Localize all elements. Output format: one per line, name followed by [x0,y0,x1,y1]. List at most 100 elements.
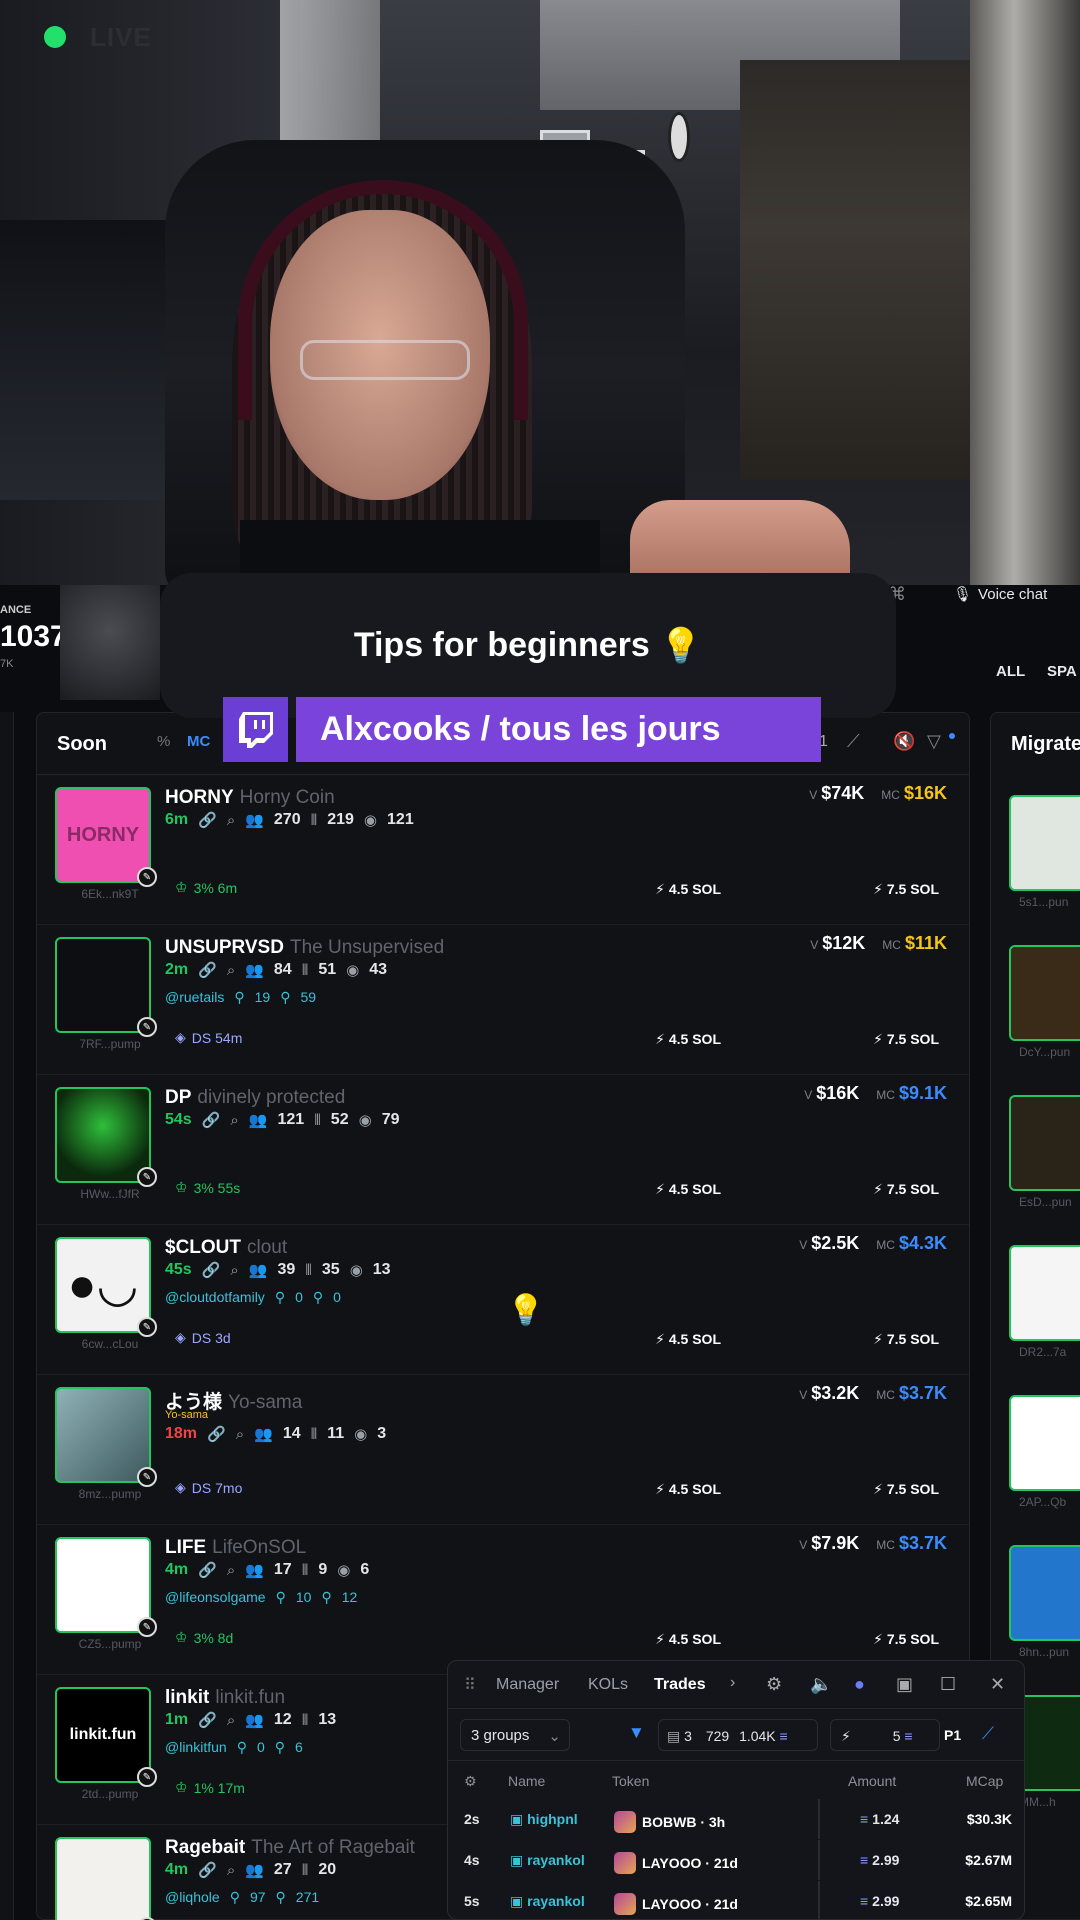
trade-token[interactable]: LAYOOO · 21d [614,1852,738,1874]
tab-trades[interactable]: Trades [654,1676,706,1694]
link-icon[interactable]: 🔗 [198,961,217,979]
search-icon[interactable]: ⌕ [230,1112,238,1129]
trade-row[interactable]: 2s ▣ highpnl BOBWB · 3h ≡ 1.24 $30.3K [448,1799,1024,1839]
link-icon[interactable]: 🔗 [198,1561,217,1579]
migrated-token-image[interactable] [1009,945,1080,1041]
twitter-handle[interactable]: @linkitfun [165,1739,227,1756]
tab-manager[interactable]: Manager [496,1676,559,1694]
token-address[interactable]: 6Ek...nk9T [55,887,165,901]
link-icon[interactable]: 🔗 [198,1861,217,1879]
preset-p1[interactable]: P1 [944,1727,961,1743]
migrated-token-address[interactable]: DR2...7a [1019,1345,1066,1359]
percent-toggle[interactable]: % [157,733,170,750]
link-icon[interactable]: 🔗 [207,1425,226,1443]
quick-buy-button[interactable]: ⚡ 7.5 SOL [873,1031,939,1048]
migrated-token-address[interactable]: 2AP...Qb [1019,1495,1066,1509]
migrated-token-image[interactable] [1009,1095,1080,1191]
migrated-token-address[interactable]: EsD...pun [1019,1195,1072,1209]
token-row[interactable]: ✎ CZ5...pump LIFE LifeOnSOL 4m 🔗 ⌕ 👥 17 ⦀ 9 ◉… [37,1525,969,1675]
token-image[interactable] [55,1387,151,1483]
migrated-token-image[interactable] [1009,1545,1080,1641]
search-icon[interactable]: ⌕ [227,1712,235,1729]
search-icon[interactable]: ⌕ [236,1426,244,1443]
token-image[interactable]: linkit.fun [55,1687,151,1783]
token-name[interactable]: $CLOUT clout [165,1237,287,1259]
link-icon[interactable]: 🔗 [198,811,217,829]
migrated-token-image[interactable] [1009,795,1080,891]
twitter-handle[interactable]: @ruetails [165,989,224,1006]
token-address[interactable]: 8mz...pump [55,1487,165,1501]
chart-icon[interactable]: ⟋ [847,731,860,752]
search-icon[interactable]: ⌕ [230,1262,238,1279]
maximize-icon[interactable]: ☐ [940,1674,956,1695]
token-image[interactable]: HORNY [55,787,151,883]
token-address[interactable]: 6cw...cLou [55,1337,165,1351]
token-name[interactable]: HORNY Horny Coin [165,787,335,809]
quick-buy-button[interactable]: ⚡ 4.5 SOL [655,1181,721,1198]
link-icon[interactable]: 🔗 [202,1111,221,1129]
token-address[interactable]: HWw...fJfR [55,1187,165,1201]
token-name[interactable]: LIFE LifeOnSOL [165,1537,306,1559]
trader-name[interactable]: ▣ rayankol [510,1852,585,1869]
discord-icon[interactable]: ● [854,1674,865,1695]
token-address[interactable]: CZ5...pump [55,1637,165,1651]
chevron-right-icon[interactable]: › [730,1674,735,1692]
quick-buy-button[interactable]: ⚡ 4.5 SOL [655,1331,721,1348]
search-icon[interactable]: ⌕ [227,812,235,829]
token-row[interactable]: ✎ HWw...fJfR DP divinely protected 54s 🔗 ⌕ … [37,1075,969,1225]
quick-buy-button[interactable]: ⚡ 4.5 SOL [655,1631,721,1648]
tab-kols[interactable]: KOLs [588,1676,628,1694]
quick-buy-button[interactable]: ⚡ 7.5 SOL [873,1331,939,1348]
gear-icon[interactable]: ⚙ [766,1674,782,1695]
trade-token[interactable]: LAYOOO · 21d [614,1893,738,1915]
layout-icon[interactable]: ▣ [896,1674,913,1695]
migrated-token-image[interactable] [1009,1395,1080,1491]
token-row[interactable]: ●◡ ✎ 6cw...cLou $CLOUT clout 45s 🔗 ⌕ 👥 39 ⦀ 35… [37,1225,969,1375]
token-name[interactable]: Ragebait The Art of Ragebait [165,1837,415,1859]
trade-token[interactable]: BOBWB · 3h [614,1811,725,1833]
token-row[interactable]: HORNY ✎ 6Ek...nk9T HORNY Horny Coin 6m 🔗 ⌕ 👥… [37,775,969,925]
token-image[interactable] [55,1087,151,1183]
filter-spark-tab[interactable]: SPA [1047,663,1077,680]
groups-select[interactable]: 3 groups ⌄ [460,1719,570,1751]
close-icon[interactable]: ✕ [990,1674,1005,1695]
token-image[interactable] [55,1837,151,1920]
token-name[interactable]: linkit linkit.fun [165,1687,285,1709]
search-icon[interactable]: ⌕ [227,962,235,979]
voice-chat-button[interactable]: 🎙 Voice chat [953,585,1047,604]
quick-buy-button[interactable]: ⚡ 7.5 SOL [873,1481,939,1498]
twitter-handle[interactable]: @lifeonsolgame [165,1589,266,1606]
search-icon[interactable]: ⌕ [227,1562,235,1579]
twitter-handle[interactable]: @liqhole [165,1889,220,1906]
settings-icon[interactable]: ⚙ [464,1773,477,1790]
token-image[interactable]: ●◡ [55,1237,151,1333]
token-social[interactable]: @cloutdotfamily ⚲ 0 ⚲ 0 [165,1289,341,1306]
quick-buy-amount[interactable]: ⚡ 5 ≡ [830,1719,940,1751]
mc-toggle[interactable]: MC [187,733,210,750]
quick-buy-button[interactable]: ⚡ 4.5 SOL [655,881,721,898]
link-icon[interactable]: 🔗 [198,1711,217,1729]
migrated-token-image[interactable] [1009,1245,1080,1341]
filter-icon[interactable]: ▽ [927,731,941,752]
token-row[interactable]: ✎ 8mz...pump よう様 Yo-sama Yo-sama 18m 🔗 ⌕ 👥 14… [37,1375,969,1525]
trade-row[interactable]: 5s ▣ rayankol LAYOOO · 21d ≡ 2.99 $2.65M [448,1881,1024,1919]
quick-buy-button[interactable]: ⚡ 7.5 SOL [873,1631,939,1648]
token-address[interactable]: 7RF...pump [55,1037,165,1051]
migrated-token-address[interactable]: 5s1...pun [1019,895,1068,909]
filter-all-tab[interactable]: ALL [996,663,1025,680]
quick-buy-button[interactable]: ⚡ 4.5 SOL [655,1481,721,1498]
token-social[interactable]: @ruetails ⚲ 19 ⚲ 59 [165,989,316,1006]
link-icon[interactable]: 🔗 [202,1261,221,1279]
quick-buy-button[interactable]: ⚡ 7.5 SOL [873,881,939,898]
trader-name[interactable]: ▣ rayankol [510,1893,585,1910]
token-social[interactable]: @linkitfun ⚲ 0 ⚲ 6 [165,1739,303,1756]
token-name[interactable]: DP divinely protected [165,1087,345,1109]
migrated-token-address[interactable]: DcY...pun [1019,1045,1070,1059]
chart-icon[interactable]: ⟋ [982,1724,994,1744]
token-name[interactable]: UNSUPRVSD The Unsupervised [165,937,444,959]
trader-name[interactable]: ▣ highpnl [510,1811,578,1828]
token-social[interactable]: @liqhole ⚲ 97 ⚲ 271 [165,1889,319,1906]
mute-icon[interactable]: 🔇 [893,731,915,752]
token-image[interactable] [55,937,151,1033]
quick-buy-button[interactable]: ⚡ 7.5 SOL [873,1181,939,1198]
